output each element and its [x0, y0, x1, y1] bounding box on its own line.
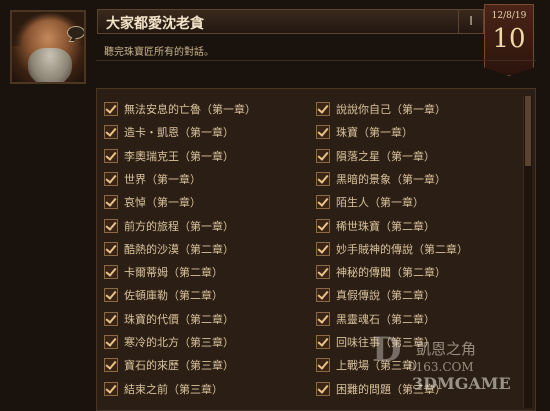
criteria-item: 哀悼（第一章） [104, 193, 201, 211]
checkmark-icon [104, 171, 118, 186]
criteria-item: 酷熱的沙漠（第二章） [104, 240, 234, 258]
criteria-label: 妙手賊神的傳說（第二章） [336, 242, 468, 256]
criteria-label: 哀悼（第一章） [124, 196, 201, 210]
achievement-title: 大家都愛沈老貪 [106, 16, 204, 32]
criteria-item: 黑暗的景象（第一章） [316, 170, 446, 188]
criteria-item: 前方的旅程（第一章） [104, 217, 234, 235]
checkmark-icon [316, 358, 330, 373]
checkmark-icon [104, 335, 118, 349]
criteria-item: 世界（第一章） [104, 170, 201, 188]
criteria-label: 真假傳說（第二章） [336, 289, 435, 303]
collapse-button[interactable]: I [458, 10, 483, 33]
checkmark-icon [104, 358, 118, 373]
checkmark-icon [316, 265, 330, 280]
criteria-label: 李奧瑞克王（第一章） [124, 149, 234, 163]
criteria-item: 黑靈魂石（第二章） [316, 310, 435, 328]
checkmark-icon [316, 288, 330, 303]
criteria-label: 酷熱的沙漠（第二章） [124, 242, 234, 256]
criteria-label: 寒冷的北方（第三章） [124, 336, 234, 349]
criteria-label: 世界（第一章） [124, 172, 201, 186]
checkmark-icon [104, 241, 118, 256]
criteria-item: 妙手賊神的傳說（第二章） [316, 240, 468, 258]
criteria-label: 上戰場（第三章） [336, 359, 424, 373]
criteria-label: 黑暗的景象（第一章） [336, 172, 446, 186]
criteria-item: 無法安息的亡魯（第一章） [104, 100, 256, 118]
checkmark-icon [316, 218, 330, 233]
criteria-item: 稀世珠寶（第二章） [316, 217, 435, 235]
checkmark-icon [104, 148, 118, 163]
portrait-beard [28, 48, 72, 82]
criteria-item: 珠寶（第一章） [316, 123, 413, 141]
checkmark-icon [104, 288, 118, 303]
criteria-item: 卡爾蒂姆（第二章） [104, 263, 223, 281]
checkmark-icon [104, 218, 118, 233]
checkmark-icon [104, 195, 118, 210]
checkmark-icon [316, 125, 330, 140]
criteria-item: 佐頓庫勒（第二章） [104, 286, 223, 304]
criteria-item: 回味往事（第三章） [316, 333, 435, 351]
checkmark-icon [316, 311, 330, 326]
criteria-label: 稀世珠寶（第二章） [336, 219, 435, 233]
scrollbar-thumb[interactable] [525, 96, 531, 166]
scrollbar[interactable] [523, 96, 532, 408]
criteria-item: 說說你自己（第一章） [316, 100, 446, 118]
checkmark-icon [316, 241, 330, 256]
criteria-label: 說說你自己（第一章） [336, 103, 446, 116]
criteria-item: 陌生人（第一章） [316, 193, 424, 211]
criteria-label: 珠寶（第一章） [336, 126, 413, 140]
checkmark-icon [104, 311, 118, 326]
checkmark-icon [316, 102, 330, 116]
checkmark-icon [316, 195, 330, 210]
criteria-item: 上戰場（第三章） [316, 356, 424, 374]
banner-date: 12/8/19 [491, 11, 527, 21]
criteria-item: 寒冷的北方（第三章） [104, 333, 234, 351]
checkmark-icon [316, 381, 330, 396]
checkmark-icon [316, 148, 330, 163]
achievement-description: 聽完珠寶匠所有的對話。 [104, 47, 214, 58]
criteria-label: 無法安息的亡魯（第一章） [124, 103, 256, 116]
date-banner: 12/8/19 10 [484, 4, 534, 76]
criteria-label: 前方的旅程（第一章） [124, 219, 234, 233]
checkmark-icon [104, 265, 118, 280]
criteria-item: 李奧瑞克王（第一章） [104, 147, 234, 165]
criteria-label: 寶石的來歷（第三章） [124, 359, 234, 373]
criteria-item: 神秘的傳聞（第二章） [316, 263, 446, 281]
criteria-label: 陌生人（第一章） [336, 196, 424, 210]
checkmark-icon [316, 171, 330, 186]
npc-portrait [10, 10, 86, 84]
banner-day: 10 [492, 24, 526, 54]
criteria-label: 回味往事（第三章） [336, 336, 435, 349]
criteria-label: 造卡・凱恩（第一章） [124, 126, 234, 140]
criteria-item: 隕落之星（第一章） [316, 147, 435, 165]
criteria-label: 隕落之星（第一章） [336, 149, 435, 163]
divider [96, 60, 536, 61]
criteria-label: 黑靈魂石（第二章） [336, 312, 435, 326]
checkmark-icon [316, 335, 330, 349]
criteria-item: 寶石的來歷（第三章） [104, 356, 234, 374]
criteria-item: 珠寶的代價（第二章） [104, 310, 234, 328]
checkmark-icon [104, 125, 118, 140]
checkmark-icon [104, 102, 118, 116]
checkmark-icon [104, 381, 118, 396]
title-bar: 大家都愛沈老貪 I [97, 9, 484, 34]
criteria-label: 困難的問題（第三章） [336, 382, 446, 396]
criteria-label: 卡爾蒂姆（第二章） [124, 266, 223, 280]
criteria-label: 佐頓庫勒（第二章） [124, 289, 223, 303]
criteria-label: 結束之前（第三章） [124, 382, 223, 396]
criteria-item: 結束之前（第三章） [104, 380, 223, 398]
chat-bubble-icon [67, 26, 84, 39]
criteria-item: 困難的問題（第三章） [316, 380, 446, 398]
criteria-item: 造卡・凱恩（第一章） [104, 123, 234, 141]
criteria-item: 真假傳說（第二章） [316, 286, 435, 304]
criteria-label: 珠寶的代價（第二章） [124, 312, 234, 326]
criteria-label: 神秘的傳聞（第二章） [336, 266, 446, 280]
